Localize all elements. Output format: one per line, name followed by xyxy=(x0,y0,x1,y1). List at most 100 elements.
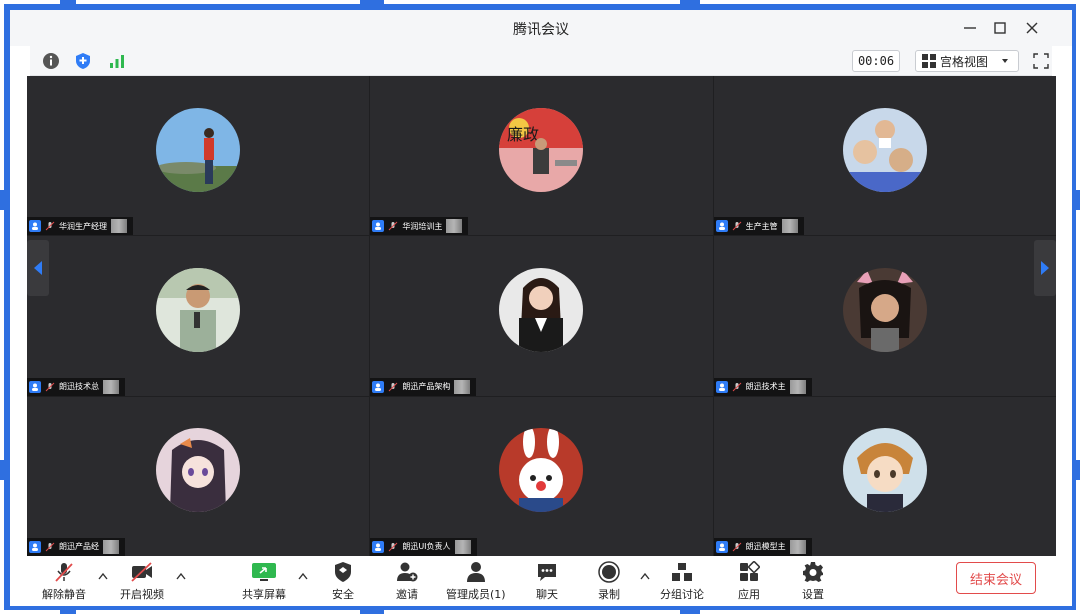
participant-name: 朗迅产品经 xyxy=(59,542,99,552)
participant-tile[interactable]: 廉政 华润培训主 xyxy=(370,76,713,236)
participant-namebar: 朗迅产品架构 xyxy=(370,377,477,396)
breakout-button[interactable]: 分组讨论 xyxy=(660,560,704,604)
unmute-label: 解除静音 xyxy=(42,588,86,601)
redacted-block xyxy=(446,219,463,234)
redacted-block xyxy=(454,539,471,554)
chevron-up-icon xyxy=(298,572,308,580)
chat-button[interactable]: 聊天 xyxy=(534,560,560,604)
apps-button[interactable]: 应用 xyxy=(736,560,762,604)
participant-namebar: 朗迅UI负责人 xyxy=(370,537,477,556)
user-icon xyxy=(29,220,41,233)
participant-name: 朗迅产品架构 xyxy=(402,382,451,392)
avatar xyxy=(842,267,927,352)
mic-muted-icon xyxy=(45,221,55,231)
invite-button[interactable]: 邀请 xyxy=(394,560,420,604)
mic-muted-icon xyxy=(388,542,398,552)
participant-tile[interactable]: 华润生产经理 xyxy=(27,76,370,236)
avatar xyxy=(156,267,241,352)
fullscreen-button[interactable] xyxy=(1030,50,1052,72)
redacted-block xyxy=(781,219,798,234)
start-video-label: 开启视频 xyxy=(120,588,164,601)
end-meeting-button[interactable]: 结束会议 xyxy=(956,562,1036,594)
mic-muted-icon xyxy=(45,382,55,392)
gear-icon xyxy=(800,560,826,584)
user-icon xyxy=(372,220,385,233)
view-mode-dropdown[interactable]: 宫格视图 xyxy=(915,50,1019,72)
meeting-window: 腾讯会议 00:06 宫格视图 华润生产经理 廉政 华润培训主 生产主管 朗迅技… xyxy=(10,10,1072,606)
participant-tile[interactable]: 朗迅技术总 xyxy=(27,236,370,396)
participant-tile[interactable]: 生产主管 xyxy=(713,76,1056,236)
chevron-left-icon xyxy=(34,261,42,275)
share-screen-label: 共享屏幕 xyxy=(242,588,286,601)
breakout-rooms-icon xyxy=(669,560,695,584)
manage-members-button[interactable]: 管理成员(1) xyxy=(446,560,506,604)
close-button[interactable] xyxy=(1018,16,1046,40)
user-icon xyxy=(372,380,385,393)
share-screen-icon xyxy=(251,560,277,584)
record-options-caret[interactable] xyxy=(640,572,650,583)
video-grid: 华润生产经理 廉政 华润培训主 生产主管 朗迅技术总 朗迅产品架构 朗迅技术主 … xyxy=(27,76,1056,556)
video-options-caret[interactable] xyxy=(176,572,186,583)
user-icon xyxy=(29,380,41,393)
minimize-icon xyxy=(964,27,976,29)
audio-options-caret[interactable] xyxy=(98,572,108,583)
mic-muted-icon xyxy=(388,221,398,231)
chevron-right-icon xyxy=(1041,261,1049,275)
redacted-block xyxy=(789,539,806,554)
avatar xyxy=(842,428,927,513)
members-icon xyxy=(463,560,489,584)
participant-namebar: 朗迅产品经 xyxy=(27,537,125,556)
participant-tile[interactable]: 朗迅产品经 xyxy=(27,396,370,556)
minimize-button[interactable] xyxy=(956,16,984,40)
user-icon xyxy=(715,540,728,553)
participant-namebar: 华润培训主 xyxy=(370,217,469,236)
settings-button[interactable]: 设置 xyxy=(800,560,826,604)
participant-tile[interactable]: 朗迅模型主 xyxy=(713,396,1056,556)
chat-label: 聊天 xyxy=(536,588,558,601)
mic-muted-icon xyxy=(51,560,77,584)
chat-icon xyxy=(534,560,560,584)
meeting-timer: 00:06 xyxy=(852,50,900,72)
signal-icon xyxy=(110,55,124,68)
share-options-caret[interactable] xyxy=(298,572,308,583)
avatar xyxy=(499,267,584,352)
user-icon xyxy=(715,380,728,393)
participant-name: 生产主管 xyxy=(745,221,778,231)
invite-label: 邀请 xyxy=(396,588,418,601)
user-icon xyxy=(715,220,728,233)
participant-name: 朗迅模型主 xyxy=(745,542,786,552)
participant-tile[interactable]: 朗迅UI负责人 xyxy=(370,396,713,556)
chevron-up-icon xyxy=(640,572,650,580)
unmute-button[interactable]: 解除静音 xyxy=(42,560,86,604)
avatar xyxy=(842,107,927,192)
user-icon xyxy=(372,540,385,553)
maximize-button[interactable] xyxy=(986,16,1014,40)
chevron-up-icon xyxy=(98,572,108,580)
participant-tile[interactable]: 朗迅产品架构 xyxy=(370,236,713,396)
network-signal-button[interactable] xyxy=(106,50,128,72)
top-toolbar: 00:06 宫格视图 xyxy=(30,46,1052,76)
record-label: 录制 xyxy=(598,588,620,601)
participant-name: 华润生产经理 xyxy=(59,221,107,231)
record-button[interactable]: 录制 xyxy=(596,560,622,604)
mic-muted-icon xyxy=(732,221,742,231)
security-button[interactable]: 安全 xyxy=(330,560,356,604)
maximize-icon xyxy=(994,22,1006,34)
control-bar: 解除静音 开启视频 共享屏幕 安全 邀请 管理成员(1) 聊天 录制 分组讨论 … xyxy=(10,556,1072,606)
participant-name: 朗迅UI负责人 xyxy=(402,542,451,552)
breakout-label: 分组讨论 xyxy=(660,588,704,601)
security-shield-button[interactable] xyxy=(72,50,94,72)
title-bar: 腾讯会议 xyxy=(10,10,1072,46)
manage-members-label: 管理成员(1) xyxy=(446,588,506,601)
settings-label: 设置 xyxy=(802,588,824,601)
info-button[interactable] xyxy=(40,50,62,72)
start-video-button[interactable]: 开启视频 xyxy=(120,560,164,604)
participant-tile[interactable]: 朗迅技术主 xyxy=(713,236,1056,396)
shield-icon xyxy=(330,560,356,584)
redacted-block xyxy=(111,219,127,234)
share-screen-button[interactable]: 共享屏幕 xyxy=(242,560,286,604)
next-page-button[interactable] xyxy=(1034,240,1056,296)
add-user-icon xyxy=(394,560,420,584)
participant-namebar: 朗迅模型主 xyxy=(713,537,812,556)
prev-page-button[interactable] xyxy=(27,240,49,296)
